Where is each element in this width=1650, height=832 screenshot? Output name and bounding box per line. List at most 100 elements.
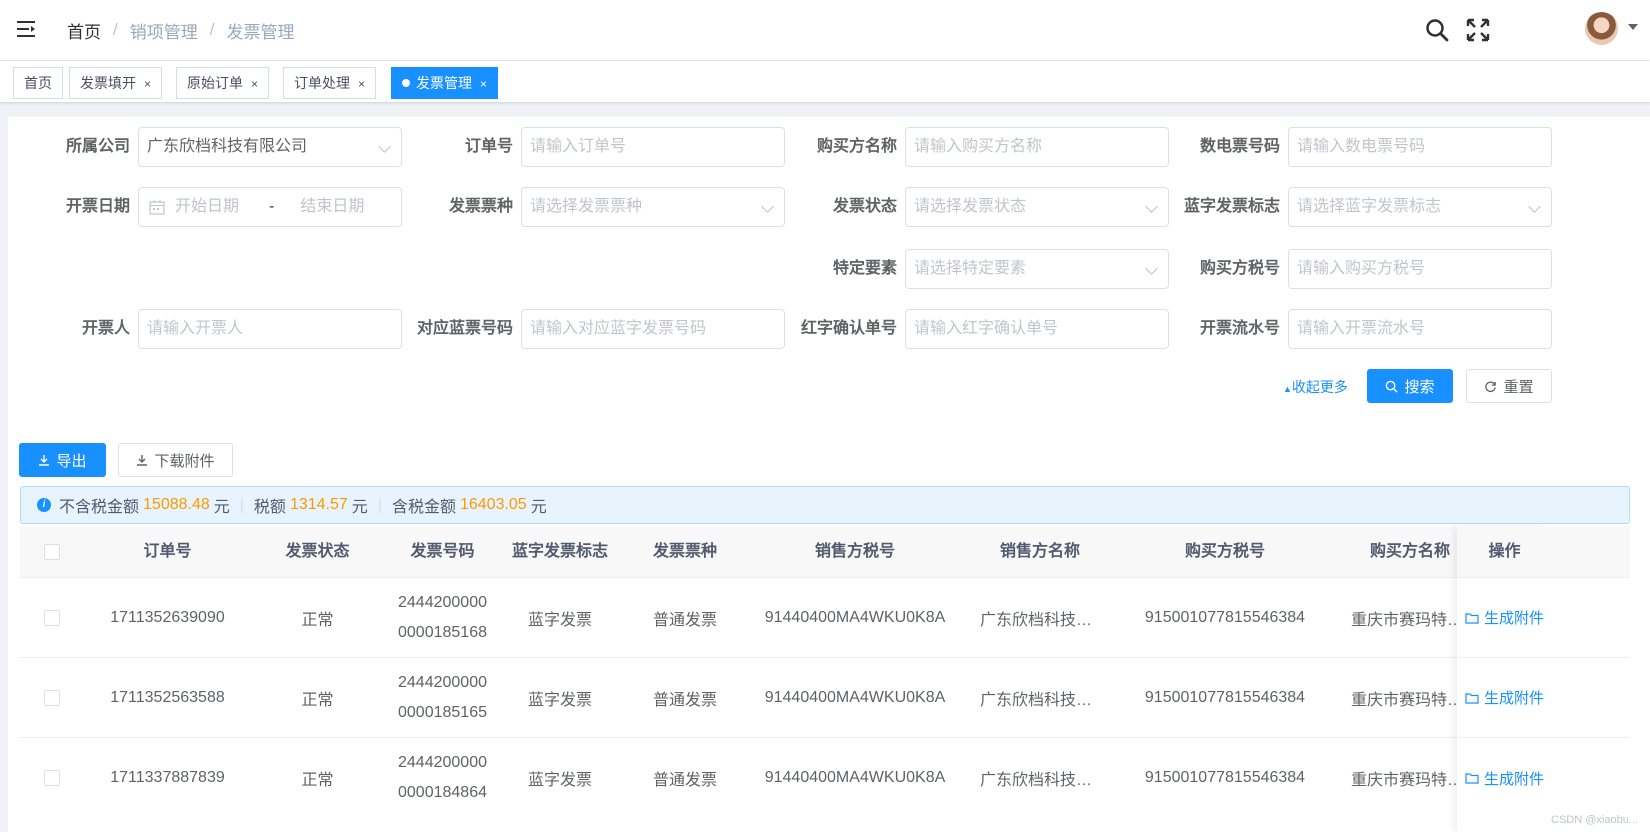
breadcrumb-separator: / [113, 20, 118, 39]
tag-label: 原始订单 [187, 75, 243, 91]
tag-invoice-management[interactable]: 发票管理 × [391, 67, 499, 99]
export-button[interactable]: 导出 [19, 443, 106, 477]
breadcrumb-home[interactable]: 首页 [67, 18, 101, 43]
breadcrumb-separator: / [209, 20, 215, 39]
caret-down-icon[interactable] [1628, 24, 1638, 30]
search-icon[interactable] [1424, 17, 1450, 43]
tag-original-order[interactable]: 原始订单 × [176, 67, 270, 99]
close-icon[interactable]: × [480, 77, 487, 91]
seller-name-cell: 广东欣档科技有限公司 [965, 658, 1115, 738]
blue-no-label: 对应蓝票号码 [416, 320, 513, 337]
select-all-checkbox[interactable] [44, 544, 60, 560]
invoice-no-line2: 0000185165 [398, 704, 487, 721]
breadcrumb-current: 发票管理 [226, 22, 295, 42]
fullscreen-icon[interactable] [1465, 17, 1491, 43]
serial-input[interactable]: 请输入开票流水号 [1288, 309, 1552, 349]
operation-cell: 生成附件 [1457, 578, 1552, 658]
download-attachment-button[interactable]: 下载附件 [118, 443, 233, 477]
unit: 元 [213, 499, 230, 516]
blue-flag-cell: 蓝字发票 [527, 692, 592, 709]
collapse-more-link[interactable]: ▲收起更多 [1283, 377, 1348, 397]
generate-attachment-link[interactable]: 生成附件 [1465, 768, 1544, 789]
invoice-status-select[interactable]: 请选择发票状态 [905, 187, 1169, 227]
issuer-label: 开票人 [81, 320, 130, 337]
generate-attachment-label: 生成附件 [1483, 770, 1544, 788]
generate-attachment-link[interactable]: 生成附件 [1465, 687, 1544, 708]
col-seller-tax: 销售方税号 [814, 543, 895, 560]
col-status: 发票状态 [285, 543, 350, 560]
buyer-name-input[interactable]: 请输入购买方名称 [905, 127, 1169, 167]
close-icon[interactable]: × [144, 77, 151, 91]
company-value: 广东欣档科技有限公司 [147, 138, 308, 155]
status-cell: 正常 [301, 772, 334, 789]
issuer-input[interactable]: 请输入开票人 [138, 309, 402, 349]
digital-no-input[interactable]: 请输入数电票号码 [1288, 127, 1552, 167]
caret-up-icon: ▲ [1283, 384, 1292, 394]
col-invoice-type: 发票票种 [652, 543, 717, 560]
blue-flag-cell: 蓝字发票 [527, 612, 592, 629]
buyer-name-text: 重庆市赛玛特科技有限公司 [1351, 692, 1469, 709]
company-label: 所属公司 [65, 138, 130, 155]
breadcrumb: 首页 / 销项管理 / 发票管理 [67, 18, 294, 42]
invoice-type-cell: 普通发票 [652, 612, 717, 629]
buyer-name-text: 重庆市赛玛特科技有限公司 [1351, 772, 1469, 789]
invoice-no-line1: 2444200000 [398, 594, 487, 611]
tag-home[interactable]: 首页 [13, 67, 63, 99]
invoice-no-line2: 0000185168 [398, 624, 487, 641]
tag-invoice-issue[interactable]: 发票填开 × [69, 67, 163, 99]
top-navbar: 首页 / 销项管理 / 发票管理 [0, 0, 1650, 60]
hamburger-icon[interactable] [16, 18, 38, 40]
close-icon[interactable]: × [251, 77, 258, 91]
folder-icon [1465, 612, 1479, 624]
search-button[interactable]: 搜索 [1367, 369, 1453, 403]
row-checkbox[interactable] [44, 770, 60, 786]
issue-date-label: 开票日期 [65, 198, 130, 215]
chevron-down-icon [1528, 200, 1541, 213]
col-blue-flag: 蓝字发票标志 [511, 543, 608, 560]
buyer-tax-input[interactable]: 请输入购买方税号 [1288, 249, 1552, 289]
invoice-type-cell: 普通发票 [652, 692, 717, 709]
blue-flag-select[interactable]: 请选择蓝字发票标志 [1288, 187, 1552, 227]
reset-button-label: 重置 [1503, 378, 1534, 396]
generate-attachment-link[interactable]: 生成附件 [1465, 607, 1544, 628]
breadcrumb-level1[interactable]: 销项管理 [130, 18, 198, 43]
blue-no-input[interactable]: 请输入对应蓝字发票号码 [521, 309, 785, 349]
table-header: 订单号 发票状态 发票号码 蓝字发票标志 发票票种 销售方税号 销售方名称 购买… [20, 526, 1630, 578]
special-select[interactable]: 请选择特定要素 [905, 249, 1169, 289]
invoice-type-select[interactable]: 请选择发票票种 [521, 187, 785, 227]
divider: | [239, 496, 244, 513]
company-select[interactable]: 广东欣档科技有限公司 [138, 127, 402, 167]
row-select-cell [20, 658, 84, 738]
export-button-label: 导出 [56, 452, 87, 470]
close-icon[interactable]: × [358, 77, 365, 91]
blue-flag-cell: 蓝字发票 [527, 772, 592, 789]
tag-order-processing[interactable]: 订单处理 × [283, 67, 377, 99]
info-icon: i [37, 498, 51, 512]
special-placeholder: 请选择特定要素 [914, 260, 1027, 277]
search-button-label: 搜索 [1404, 378, 1435, 396]
order-no-label: 订单号 [464, 138, 513, 155]
invoice-no-cell: 2444200000 0000185165 [380, 658, 505, 738]
reset-button[interactable]: 重置 [1466, 369, 1552, 403]
row-checkbox[interactable] [44, 690, 60, 706]
excl-tax-value: 15088.48 [143, 496, 210, 513]
order-no-cell: 1711352639090 [110, 609, 225, 626]
tax-label: 税额 [253, 499, 286, 516]
order-no-input[interactable]: 请输入订单号 [521, 127, 785, 167]
tag-label: 发票管理 [416, 75, 472, 91]
user-avatar[interactable] [1585, 12, 1618, 45]
seller-name-cell: 广东欣档科技有限公司 [965, 738, 1115, 818]
seller-tax-cell: 91440400MA4WKU0K8A [764, 689, 946, 706]
invoice-status-placeholder: 请选择发票状态 [914, 198, 1027, 215]
generate-attachment-label: 生成附件 [1483, 690, 1544, 707]
collapse-label: 收起更多 [1291, 379, 1348, 395]
table-row: 1711352639090 正常 2444200000 0000185168 蓝字… [20, 578, 1630, 658]
tags-view: 首页 发票填开 × 原始订单 × 订单处理 × 发票管理 × [0, 61, 1650, 103]
active-dot-icon [402, 79, 410, 87]
operation-column: 操作 生成附件 生成附件 生成附件 [1457, 526, 1552, 832]
red-confirm-input[interactable]: 请输入红字确认单号 [905, 309, 1169, 349]
issue-date-range[interactable]: 开始日期 - 结束日期 [138, 187, 402, 227]
serial-label: 开票流水号 [1199, 320, 1280, 337]
unit: 元 [351, 499, 368, 516]
row-checkbox[interactable] [44, 610, 60, 626]
